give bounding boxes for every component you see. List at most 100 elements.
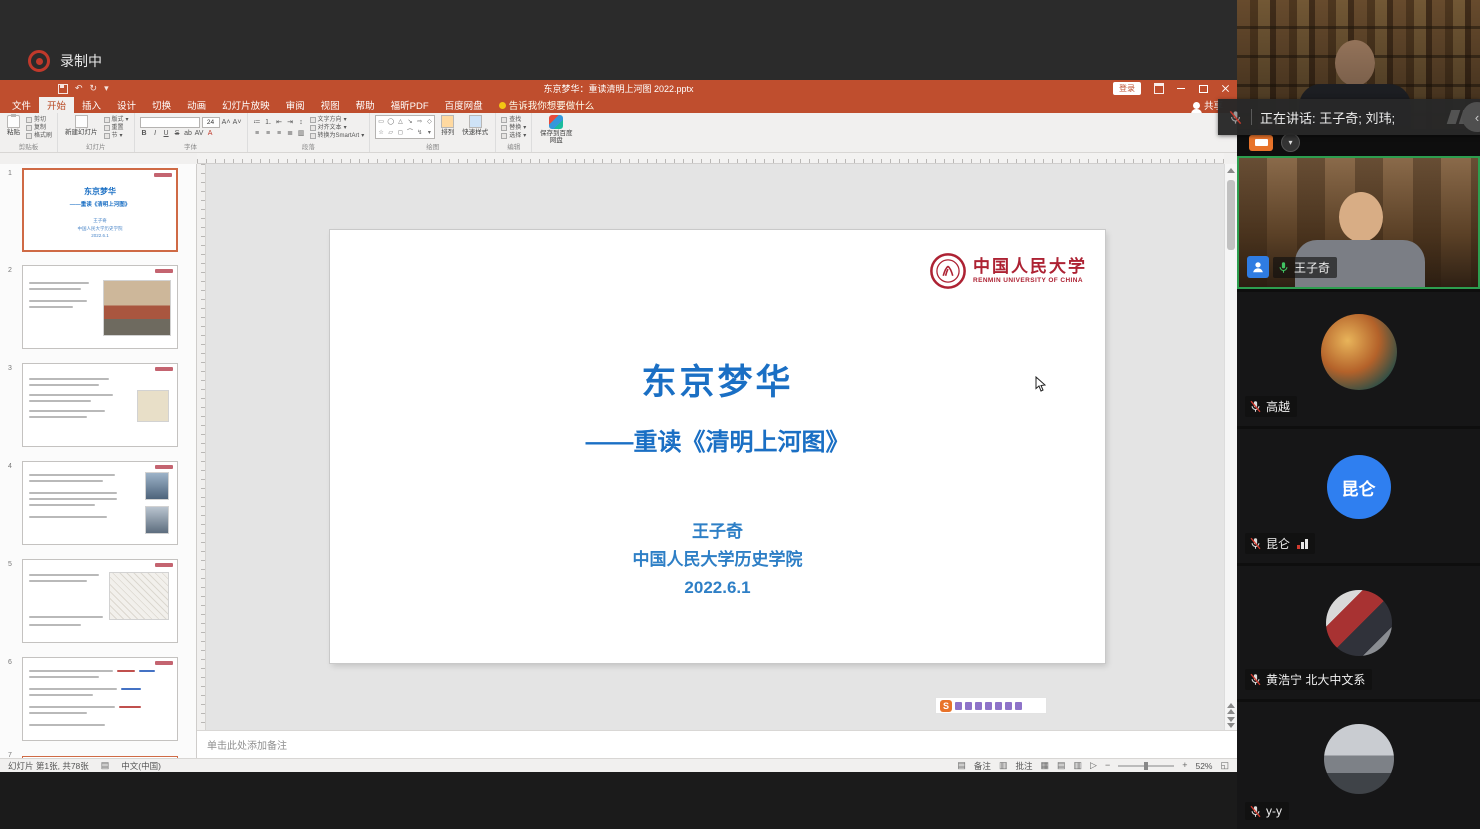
slide-thumbnail-1[interactable]: 东京梦华 ——重读《清明上河图》 王子奇 中国人民大学历史学院 2022.6.1 [22, 168, 178, 252]
bold-button[interactable]: B [140, 130, 149, 137]
indent-increase-icon[interactable]: ⇥ [286, 118, 295, 126]
collapse-chevron-button[interactable]: ▾ [1281, 133, 1300, 152]
shrink-font-icon[interactable]: A˅ [233, 119, 242, 126]
baidu-save-button[interactable]: 保存到百度网盘 [537, 115, 575, 144]
group-baidu-save: 保存到百度网盘 [532, 113, 580, 152]
justify-icon[interactable]: ≣ [286, 129, 295, 137]
new-slide-button[interactable]: 新建幻灯片 [63, 115, 100, 136]
ribbon-display-button[interactable] [1149, 81, 1169, 96]
mic-muted-icon [1249, 805, 1262, 818]
slide-thumbnail-3[interactable] [22, 363, 178, 447]
thumbnail-photo [145, 472, 169, 500]
zoom-slider-knob[interactable] [1144, 762, 1148, 770]
participant-name: 高越 [1266, 398, 1290, 415]
shadow-button[interactable]: ab [184, 130, 193, 137]
slide-thumbnail-5[interactable] [22, 559, 178, 643]
powerpoint-window: ↶ ↻ ▾ 东京梦华：重读清明上河图 2022.pptx 登录 文件 开始 插入… [0, 80, 1237, 772]
font-size-select[interactable]: 24 [202, 117, 220, 128]
slide-number: 3 [8, 365, 12, 372]
tab-help[interactable]: 帮助 [348, 97, 383, 113]
normal-view-icon[interactable]: ▦ [1040, 761, 1049, 770]
cut-button[interactable]: 剪切 [26, 117, 52, 123]
font-color-icon[interactable]: A [206, 130, 215, 137]
tab-foxit-pdf[interactable]: 福昕PDF [383, 97, 437, 113]
scroll-up-icon[interactable] [1227, 168, 1235, 173]
tab-insert[interactable]: 插入 [74, 97, 109, 113]
video-tile-huanghaoning[interactable]: 黄浩宁 北大中文系 [1237, 566, 1480, 699]
tab-animations[interactable]: 动画 [179, 97, 214, 113]
section-button[interactable]: 节▾ [104, 133, 129, 139]
fit-to-window-icon[interactable]: ◱ [1220, 761, 1229, 770]
video-tile-gaoyue[interactable]: 高越 [1237, 292, 1480, 426]
vertical-scrollbar[interactable] [1224, 164, 1237, 730]
tab-home[interactable]: 开始 [39, 97, 74, 113]
align-left-icon[interactable]: ≡ [253, 130, 262, 137]
video-tile-kunlun[interactable]: 昆仑 昆仑 [1237, 429, 1480, 563]
smartart-button[interactable]: 转换为SmartArt▾ [310, 133, 365, 139]
paste-button[interactable]: 粘贴 [5, 115, 22, 136]
align-text-button[interactable]: 对齐文本▾ [310, 125, 365, 131]
tab-review[interactable]: 审阅 [278, 97, 313, 113]
zoom-out-button[interactable]: − [1105, 761, 1110, 770]
video-tile-yy[interactable]: y-y [1237, 702, 1480, 829]
line-spacing-icon[interactable]: ↕ [297, 119, 306, 126]
watermark-glyphs [955, 702, 1022, 710]
tab-transitions[interactable]: 切换 [144, 97, 179, 113]
bullets-icon[interactable]: ≔ [253, 118, 262, 126]
zoom-slider[interactable] [1118, 765, 1174, 767]
zoom-in-button[interactable]: + [1182, 761, 1187, 770]
slide-thumbnail-2[interactable] [22, 265, 178, 349]
screen-share-indicator-icon[interactable] [1249, 135, 1273, 151]
language-indicator[interactable]: 中文(中国) [121, 760, 161, 772]
slide-thumbnail-4[interactable] [22, 461, 178, 545]
notes-pane[interactable]: 单击此处添加备注 [197, 730, 1237, 758]
comments-toggle[interactable]: 批注 [1015, 760, 1032, 772]
share-control-strip: ▾ [1249, 133, 1300, 152]
char-spacing-icon[interactable]: AV [195, 130, 204, 137]
align-center-icon[interactable]: ≡ [264, 130, 273, 137]
text-direction-button[interactable]: 文字方向▾ [310, 117, 365, 123]
layout-button[interactable]: 版式▾ [104, 117, 129, 123]
tab-view[interactable]: 视图 [313, 97, 348, 113]
replace-button[interactable]: 替换▾ [501, 125, 526, 131]
next-slide-button[interactable] [1227, 717, 1235, 728]
quick-styles-button[interactable]: 快速样式 [460, 115, 490, 136]
columns-icon[interactable]: ▥ [297, 129, 306, 137]
restore-button[interactable] [1193, 81, 1213, 96]
slide-thumbnail-panel[interactable]: 1 东京梦华 ——重读《清明上河图》 王子奇 中国人民大学历史学院 2022.6… [0, 164, 197, 758]
underline-button[interactable]: U [162, 130, 171, 137]
numbering-icon[interactable]: ⒈ [264, 117, 273, 127]
copy-button[interactable]: 复制 [26, 125, 52, 131]
previous-slide-button[interactable] [1227, 703, 1235, 714]
find-button[interactable]: 查找 [501, 117, 526, 123]
zoom-level[interactable]: 52% [1195, 761, 1212, 771]
reading-view-icon[interactable]: ▥ [1074, 761, 1083, 770]
tab-baidu-netdisk[interactable]: 百度网盘 [437, 97, 491, 113]
scrollbar-thumb[interactable] [1227, 180, 1235, 250]
video-tile-wangziqi[interactable]: 王子奇 [1237, 156, 1480, 289]
format-painter-button[interactable]: 格式刷 [26, 133, 52, 139]
align-right-icon[interactable]: ≡ [275, 130, 284, 137]
arrange-button[interactable]: 排列 [439, 115, 456, 136]
notes-toggle[interactable]: 备注 [974, 760, 991, 772]
grow-font-icon[interactable]: A˄ [222, 119, 231, 126]
tab-file[interactable]: 文件 [4, 97, 39, 113]
slide-sorter-view-icon[interactable]: ▤ [1057, 761, 1066, 770]
close-button[interactable] [1215, 81, 1235, 96]
strikethrough-button[interactable]: S [173, 130, 182, 137]
tab-design[interactable]: 设计 [109, 97, 144, 113]
minimize-button[interactable] [1171, 81, 1191, 96]
tell-me-box[interactable]: 告诉我你想要做什么 [491, 97, 603, 113]
italic-button[interactable]: I [151, 130, 160, 137]
tab-slideshow[interactable]: 幻灯片放映 [214, 97, 278, 113]
slide-thumbnail-6[interactable] [22, 657, 178, 741]
reset-button[interactable]: 重置 [104, 125, 129, 131]
font-name-select[interactable] [140, 117, 200, 128]
shapes-gallery[interactable]: ▭◯△↘⇨◇ ☆▱◻⌒↯▾ [375, 115, 435, 139]
select-button[interactable]: 选择▾ [501, 133, 526, 139]
slide-canvas[interactable]: 中国人民大学 RENMIN UNIVERSITY OF CHINA 东京梦华 —… [330, 230, 1105, 663]
indent-decrease-icon[interactable]: ⇤ [275, 118, 284, 126]
slideshow-view-icon[interactable]: ▷ [1090, 761, 1097, 770]
login-button[interactable]: 登录 [1113, 82, 1141, 95]
participant-name: 黄浩宁 北大中文系 [1266, 671, 1365, 688]
